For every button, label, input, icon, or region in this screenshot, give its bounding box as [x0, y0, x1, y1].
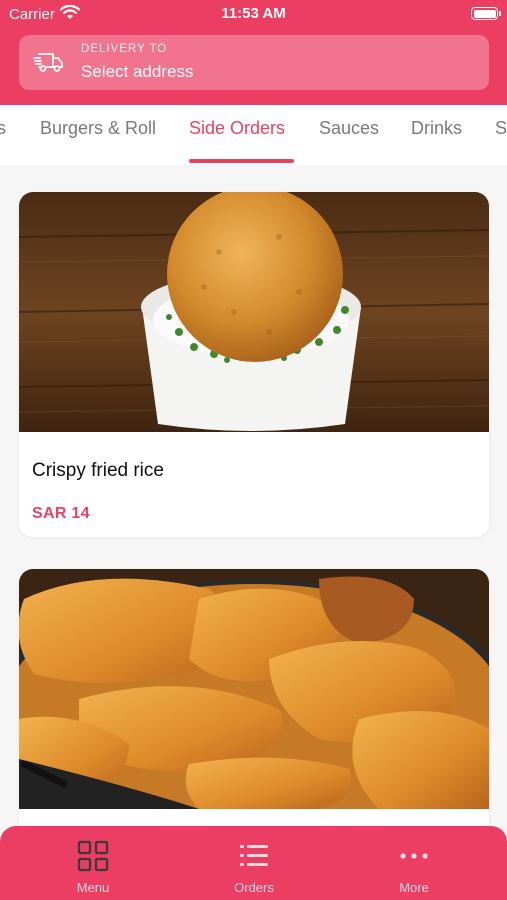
bottom-navigation: Menu Orders More [0, 826, 507, 900]
tab-partial-right[interactable]: S [495, 118, 507, 139]
tab-drinks[interactable]: Drinks [411, 118, 462, 139]
clock: 11:53 AM [221, 5, 286, 22]
address-value: Select address [81, 62, 194, 81]
nav-more[interactable]: More [354, 826, 474, 900]
potato-wedges-photo [19, 569, 489, 809]
nav-menu-label: Menu [76, 880, 110, 895]
battery-icon [471, 7, 501, 20]
product-name: Crispy fried rice [32, 460, 164, 481]
tab-burgers-roll[interactable]: Burgers & Roll [40, 118, 156, 139]
category-tabs: s Burgers & Roll Side Orders Sauces Drin… [0, 105, 507, 165]
nav-more-label: More [399, 880, 429, 895]
nav-orders-label: Orders [234, 880, 274, 895]
nav-menu[interactable]: Menu [33, 826, 153, 900]
tab-side-orders[interactable]: Side Orders [189, 118, 285, 139]
product-card[interactable] [19, 569, 489, 849]
grid-icon [77, 840, 109, 872]
active-tab-indicator [189, 159, 294, 163]
header: Carrier 11:53 AM DELIVERY TO Select addr… [0, 0, 507, 105]
tab-partial-left[interactable]: s [0, 118, 6, 139]
product-card[interactable]: Crispy fried rice SAR 14 [19, 192, 489, 537]
status-bar: Carrier 11:53 AM [0, 0, 507, 28]
delivery-truck-icon [33, 53, 63, 72]
delivery-address-selector[interactable]: DELIVERY TO Select address [19, 35, 489, 90]
tab-sauces[interactable]: Sauces [319, 118, 379, 139]
nav-orders[interactable]: Orders [194, 826, 314, 900]
product-price: SAR 14 [32, 505, 90, 522]
list-icon [240, 845, 268, 866]
more-dots-icon [400, 853, 428, 859]
crispy-fried-rice-photo [19, 192, 489, 432]
delivery-to-label: DELIVERY TO [81, 43, 168, 55]
